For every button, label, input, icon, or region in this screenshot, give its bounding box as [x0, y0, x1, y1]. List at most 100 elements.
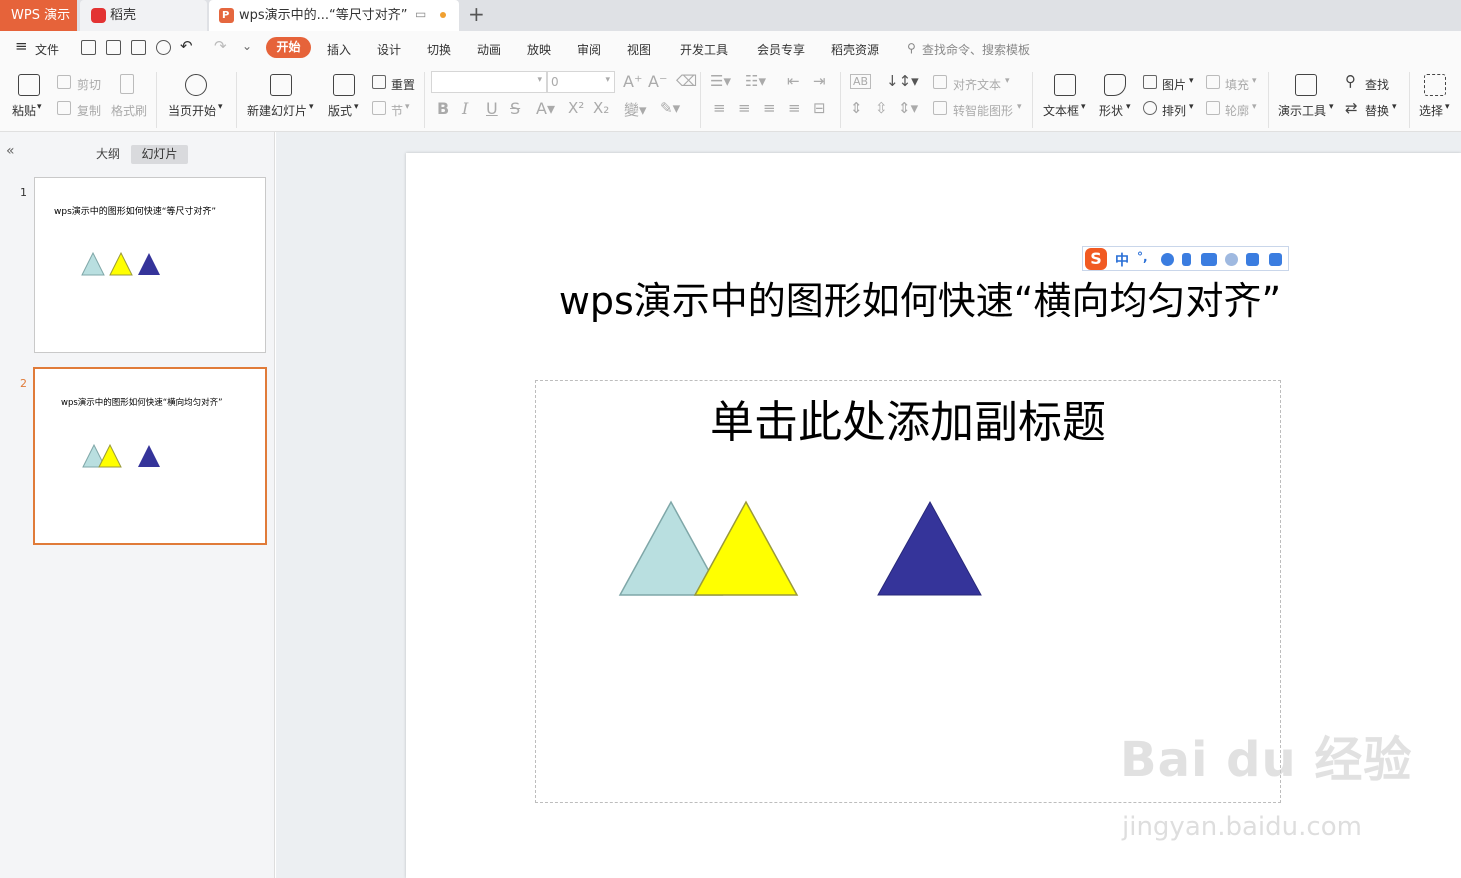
copy-button[interactable]: 复制	[77, 102, 101, 119]
slide-thumbnail-1[interactable]: wps演示中的图形如何快速“等尺寸对齐”	[34, 177, 266, 353]
font-family-select[interactable]: ▾	[431, 71, 547, 93]
sogou-logo-icon[interactable]: S	[1085, 248, 1107, 270]
menu-animation[interactable]: 动画	[477, 41, 501, 58]
outline-icon[interactable]	[1206, 101, 1220, 115]
decrease-font-icon[interactable]: A⁻	[648, 72, 667, 91]
select-icon[interactable]	[1424, 74, 1446, 96]
menu-daoke-resources[interactable]: 稻壳资源	[831, 41, 879, 58]
sort-icon[interactable]: ↓↕▾	[886, 72, 919, 90]
numbering-icon[interactable]: ☷▾	[745, 72, 766, 90]
microphone-icon[interactable]	[1182, 253, 1191, 266]
align-right-icon[interactable]: ≡	[763, 99, 776, 117]
menu-transition[interactable]: 切换	[427, 41, 451, 58]
find-button[interactable]: 查找	[1365, 76, 1389, 93]
print-icon[interactable]	[131, 40, 146, 55]
navy-triangle[interactable]	[877, 500, 982, 596]
layout-icon[interactable]	[333, 74, 355, 96]
smartart-button[interactable]: 转智能图形	[953, 102, 1013, 119]
line-spacing-icon[interactable]: ⇕	[850, 99, 863, 117]
presentation-tools-icon[interactable]	[1295, 74, 1317, 96]
menu-design[interactable]: 设计	[377, 41, 401, 58]
text-direction-icon[interactable]: AB	[850, 74, 872, 89]
skin-icon[interactable]	[1246, 253, 1259, 266]
collapse-panel-icon[interactable]: «	[6, 143, 15, 159]
ime-mode[interactable]: 中	[1115, 250, 1129, 270]
arrange-icon[interactable]	[1143, 101, 1157, 115]
arrange-button[interactable]: 排列	[1162, 102, 1186, 119]
tab-slides[interactable]: 幻灯片	[131, 145, 188, 164]
select-button[interactable]: 选择	[1419, 102, 1443, 119]
ime-punctuation[interactable]: °,	[1137, 250, 1148, 264]
keyboard-icon[interactable]	[1201, 253, 1217, 266]
align-center-icon[interactable]: ≡	[738, 99, 751, 117]
export-icon[interactable]	[106, 40, 121, 55]
window-icon[interactable]: ▭	[415, 7, 426, 21]
spacing-options-icon[interactable]: ⇕▾	[898, 99, 918, 117]
hamburger-icon[interactable]: ≡	[15, 37, 28, 55]
increase-font-icon[interactable]: A⁺	[623, 72, 642, 91]
bold-icon[interactable]: B	[437, 99, 449, 118]
emoji-icon[interactable]	[1161, 253, 1174, 266]
strikethrough-icon[interactable]: S	[510, 99, 520, 118]
subscript-icon[interactable]: X₂	[593, 99, 609, 117]
align-text-icon[interactable]	[933, 75, 947, 89]
menu-developer[interactable]: 开发工具	[680, 41, 728, 58]
italic-icon[interactable]: I	[462, 99, 468, 118]
preview-icon[interactable]	[156, 40, 171, 55]
paste-icon[interactable]	[18, 74, 40, 96]
format-painter-button[interactable]: 格式刷	[111, 102, 147, 119]
new-slide-button[interactable]: 新建幻灯片	[247, 102, 307, 119]
plus-icon[interactable]: +	[468, 2, 485, 26]
section-icon[interactable]	[372, 101, 386, 115]
section-button[interactable]: 节	[391, 102, 403, 119]
ime-toolbar[interactable]: S 中 °,	[1082, 246, 1289, 271]
replace-button[interactable]: 替换	[1365, 102, 1389, 119]
menu-view[interactable]: 视图	[627, 41, 651, 58]
reset-button[interactable]: 重置	[391, 76, 415, 93]
distribute-icon[interactable]: ⊟	[813, 99, 826, 117]
picture-icon[interactable]	[1143, 75, 1157, 89]
format-painter-icon[interactable]	[120, 74, 134, 94]
cut-button[interactable]: 剪切	[77, 76, 101, 93]
bullets-icon[interactable]: ☰▾	[710, 72, 731, 90]
paragraph-spacing-icon[interactable]: ⇳	[875, 99, 888, 117]
justify-icon[interactable]: ≡	[788, 99, 801, 117]
tab-wps-home[interactable]: WPS 演示	[0, 0, 77, 31]
new-slide-icon[interactable]	[270, 74, 292, 96]
smartart-icon[interactable]	[933, 101, 947, 115]
play-from-current-button[interactable]: 当页开始	[168, 102, 216, 119]
menu-slideshow[interactable]: 放映	[527, 41, 551, 58]
paste-button[interactable]: 粘贴	[12, 102, 36, 119]
undo-icon[interactable]: ↶	[180, 37, 193, 55]
increase-indent-icon[interactable]: ⇥	[813, 72, 826, 90]
slide-title[interactable]: wps演示中的图形如何快速“横向均匀对齐”	[440, 270, 1400, 325]
textbox-button[interactable]: 文本框	[1043, 102, 1079, 119]
font-color-icon[interactable]: A▾	[536, 99, 555, 118]
menu-insert[interactable]: 插入	[327, 41, 351, 58]
picture-button[interactable]: 图片	[1162, 76, 1186, 93]
save-icon[interactable]	[81, 40, 96, 55]
customize-icon[interactable]: ⌄	[242, 39, 252, 53]
superscript-icon[interactable]: X²	[568, 99, 584, 117]
grid-icon[interactable]	[1269, 253, 1282, 266]
user-icon[interactable]	[1225, 253, 1238, 266]
search-commands[interactable]: 查找命令、搜索模板	[922, 41, 1030, 58]
play-icon[interactable]	[185, 74, 207, 96]
search-icon[interactable]: ⚲	[907, 41, 916, 55]
slide-thumbnail-2[interactable]: wps演示中的图形如何快速“横向均匀对齐”	[33, 367, 267, 545]
phonetic-icon[interactable]: 變▾	[624, 99, 647, 120]
font-size-select[interactable]: 0 ▾	[547, 71, 615, 93]
tab-outline[interactable]: 大纲	[93, 145, 123, 164]
shape-icon[interactable]	[1104, 74, 1126, 96]
textbox-icon[interactable]	[1054, 74, 1076, 96]
find-icon[interactable]: ⚲	[1345, 72, 1356, 90]
fill-icon[interactable]	[1206, 75, 1220, 89]
yellow-triangle[interactable]	[693, 500, 799, 596]
layout-button[interactable]: 版式	[328, 102, 352, 119]
presentation-tools-button[interactable]: 演示工具	[1278, 102, 1326, 119]
menu-file[interactable]: 文件	[35, 41, 59, 58]
reset-icon[interactable]	[372, 75, 386, 89]
align-left-icon[interactable]: ≡	[713, 99, 726, 117]
menu-review[interactable]: 审阅	[577, 41, 601, 58]
menu-start[interactable]: 开始	[266, 37, 311, 58]
